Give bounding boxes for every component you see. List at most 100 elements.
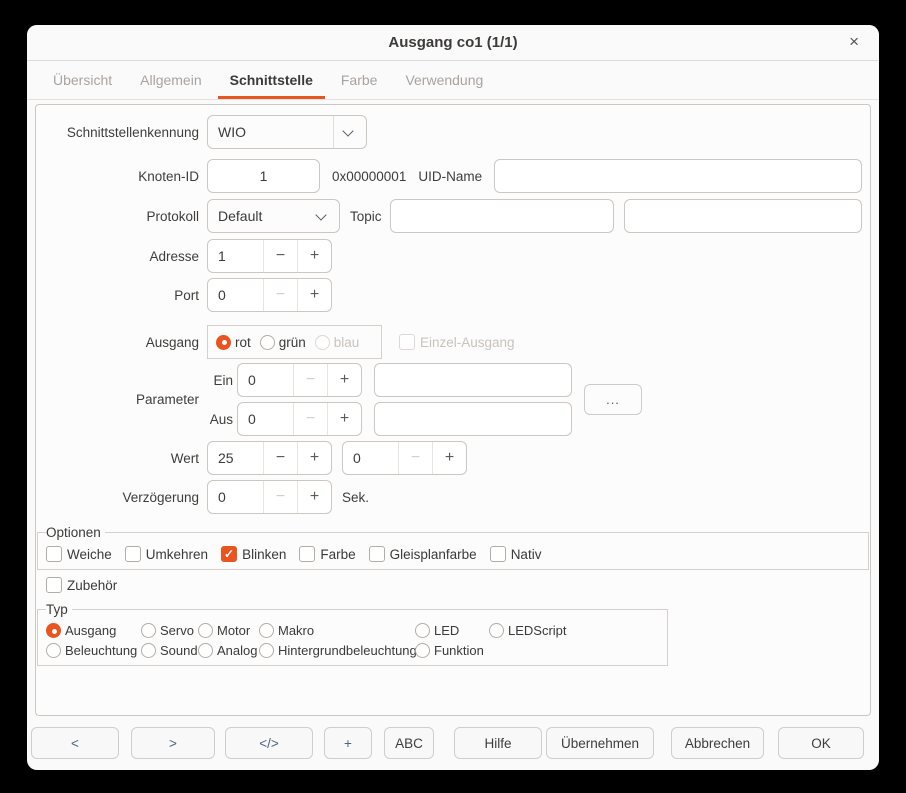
- code-button[interactable]: </>: [225, 727, 313, 759]
- radio-typ-sound[interactable]: Sound: [141, 643, 198, 658]
- tab-bar: Übersicht Allgemein Schnittstelle Farbe …: [27, 61, 879, 100]
- radio-icon: [259, 643, 274, 658]
- help-button[interactable]: Hilfe: [454, 727, 542, 759]
- apply-button[interactable]: Übernehmen: [546, 727, 654, 759]
- abc-button[interactable]: ABC: [384, 727, 434, 759]
- decrement-button[interactable]: −: [264, 442, 297, 474]
- port-value[interactable]: 0: [208, 279, 263, 311]
- increment-button[interactable]: +: [433, 442, 466, 474]
- radio-icon: [46, 623, 61, 638]
- dialog-window: Ausgang co1 (1/1) × Übersicht Allgemein …: [27, 25, 879, 770]
- delay-value[interactable]: 0: [208, 481, 263, 513]
- increment-button[interactable]: +: [328, 403, 361, 435]
- radio-typ-ausgang[interactable]: Ausgang: [46, 623, 141, 638]
- checkbox-icon: [369, 546, 385, 562]
- port-label: Port: [44, 288, 199, 303]
- radio-typ-servo[interactable]: Servo: [141, 623, 198, 638]
- tab-verwendung[interactable]: Verwendung: [391, 61, 497, 99]
- increment-button[interactable]: +: [298, 442, 331, 474]
- tab-uebersicht[interactable]: Übersicht: [39, 61, 126, 99]
- radio-icon: [315, 335, 330, 350]
- radio-typ-ledscript[interactable]: LEDScript: [489, 623, 659, 638]
- type-legend: Typ: [46, 602, 72, 617]
- radio-typ-led[interactable]: LED: [415, 623, 489, 638]
- radio-typ-beleuchtung[interactable]: Beleuchtung: [46, 643, 141, 658]
- parameter-on-value[interactable]: 0: [238, 364, 293, 396]
- interface-id-label: Schnittstellenkennung: [44, 125, 199, 140]
- value-1[interactable]: 25: [208, 442, 263, 474]
- checkbox-gleisplanfarbe[interactable]: Gleisplanfarbe: [369, 546, 477, 562]
- checkbox-zubehoer[interactable]: Zubehör: [46, 577, 862, 593]
- node-id-input[interactable]: [207, 159, 320, 193]
- tab-schnittstelle[interactable]: Schnittstelle: [216, 61, 327, 99]
- tab-allgemein[interactable]: Allgemein: [126, 61, 215, 99]
- radio-typ-funktion[interactable]: Funktion: [415, 643, 489, 658]
- radio-blau: blau: [315, 335, 360, 350]
- checkbox-farbe[interactable]: Farbe: [299, 546, 355, 562]
- checkbox-weiche[interactable]: Weiche: [46, 546, 112, 562]
- decrement-button: −: [264, 481, 297, 513]
- output-color-group: rot grün blau: [207, 325, 382, 359]
- parameter-on-spinner: 0 − +: [237, 363, 362, 397]
- address-label: Adresse: [44, 249, 199, 264]
- parameter-off-value[interactable]: 0: [238, 403, 293, 435]
- button-bar: < > </> + ABC Hilfe Übernehmen Abbrechen…: [27, 727, 879, 759]
- radio-icon: [489, 623, 504, 638]
- uid-name-input[interactable]: [494, 159, 862, 193]
- next-button[interactable]: >: [131, 727, 215, 759]
- address-value[interactable]: 1: [208, 240, 263, 272]
- ok-button[interactable]: OK: [778, 727, 864, 759]
- radio-gruen[interactable]: grün: [260, 335, 306, 350]
- parameter-off-spinner: 0 − +: [237, 402, 362, 436]
- window-title: Ausgang co1 (1/1): [27, 25, 879, 61]
- decrement-button[interactable]: −: [264, 240, 297, 272]
- delay-spinner: 0 − +: [207, 480, 332, 514]
- radio-typ-makro[interactable]: Makro: [259, 623, 415, 638]
- cancel-button[interactable]: Abbrechen: [671, 727, 764, 759]
- decrement-button: −: [294, 364, 327, 396]
- increment-button[interactable]: +: [298, 481, 331, 513]
- delay-unit: Sek.: [342, 490, 369, 505]
- radio-typ-analog[interactable]: Analog: [198, 643, 259, 658]
- checkbox-nativ[interactable]: Nativ: [490, 546, 542, 562]
- prev-button[interactable]: <: [31, 727, 119, 759]
- checkbox-blinken[interactable]: Blinken: [221, 546, 286, 562]
- value-spinner-1: 25 − +: [207, 441, 332, 475]
- radio-icon: [198, 623, 213, 638]
- node-id-label: Knoten-ID: [44, 169, 199, 184]
- radio-icon: [216, 335, 231, 350]
- interface-id-combobox[interactable]: WIO: [207, 115, 367, 149]
- increment-button[interactable]: +: [298, 279, 331, 311]
- topic-input-1[interactable]: [390, 199, 614, 233]
- parameter-more-button[interactable]: ...: [584, 384, 642, 415]
- tab-farbe[interactable]: Farbe: [327, 61, 392, 99]
- radio-icon: [198, 643, 213, 658]
- topic-input-2[interactable]: [624, 199, 862, 233]
- radio-icon: [141, 623, 156, 638]
- form-panel: Schnittstellenkennung WIO Knoten-ID 0x00…: [35, 104, 871, 716]
- radio-typ-motor[interactable]: Motor: [198, 623, 259, 638]
- protocol-value: Default: [208, 208, 307, 224]
- radio-rot[interactable]: rot: [216, 335, 251, 350]
- parameter-on-text[interactable]: [374, 363, 572, 397]
- protocol-combobox[interactable]: Default: [207, 199, 340, 233]
- checkbox-umkehren[interactable]: Umkehren: [125, 546, 208, 562]
- parameter-off-text[interactable]: [374, 402, 572, 436]
- interface-id-value: WIO: [208, 124, 333, 140]
- checkbox-icon: [490, 546, 506, 562]
- increment-button[interactable]: +: [298, 240, 331, 272]
- parameter-on-label: Ein: [207, 373, 233, 388]
- type-group: Typ Ausgang Servo Motor Makro: [37, 602, 668, 666]
- uid-name-label: UID-Name: [418, 169, 482, 184]
- value-2[interactable]: 0: [343, 442, 398, 474]
- protocol-label: Protokoll: [44, 209, 199, 224]
- checkbox-icon: [221, 546, 237, 562]
- add-button[interactable]: +: [324, 727, 372, 759]
- radio-icon: [46, 643, 61, 658]
- increment-button[interactable]: +: [328, 364, 361, 396]
- title-bar: Ausgang co1 (1/1) ×: [27, 25, 879, 61]
- chevron-down-icon: [342, 125, 353, 136]
- value-spinner-2: 0 − +: [342, 441, 467, 475]
- radio-typ-hintergrundbeleuchtung[interactable]: Hintergrundbeleuchtung: [259, 643, 415, 658]
- close-icon[interactable]: ×: [845, 25, 863, 59]
